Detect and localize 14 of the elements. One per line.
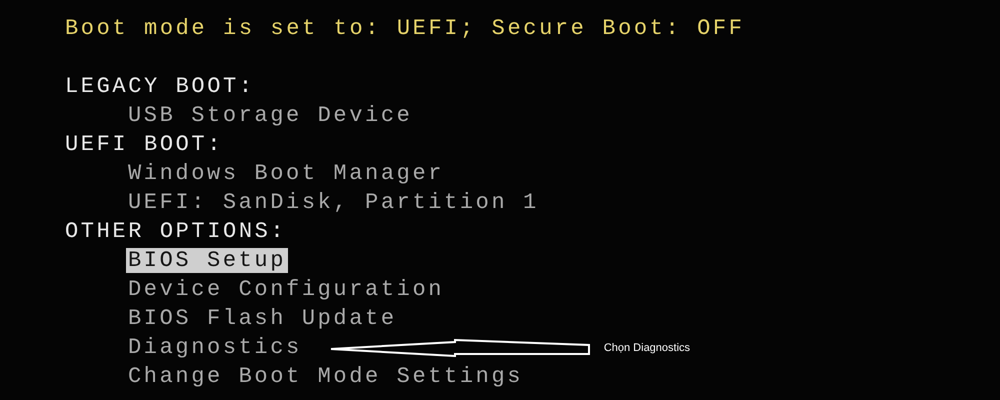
boot-option[interactable]: BIOS Flash Update	[128, 306, 397, 331]
arrow-icon	[330, 338, 592, 356]
annotation-label: Chọn Diagnostics	[604, 340, 690, 354]
boot-option[interactable]: USB Storage Device	[128, 103, 412, 128]
section-heading: OTHER OPTIONS:	[65, 218, 286, 246]
section-heading: LEGACY BOOT:	[65, 73, 255, 101]
section-heading: UEFI BOOT:	[65, 131, 224, 159]
boot-mode-status: Boot mode is set to: UEFI; Secure Boot: OFF	[65, 15, 744, 43]
boot-option[interactable]: UEFI: SanDisk, Partition 1	[128, 190, 539, 215]
boot-option[interactable]: BIOS Setup	[126, 248, 288, 273]
boot-option[interactable]: Change Boot Mode Settings	[128, 364, 524, 389]
boot-option[interactable]: Diagnostics	[128, 335, 302, 360]
boot-option[interactable]: Windows Boot Manager	[128, 161, 444, 186]
boot-option[interactable]: Device Configuration	[128, 277, 444, 302]
